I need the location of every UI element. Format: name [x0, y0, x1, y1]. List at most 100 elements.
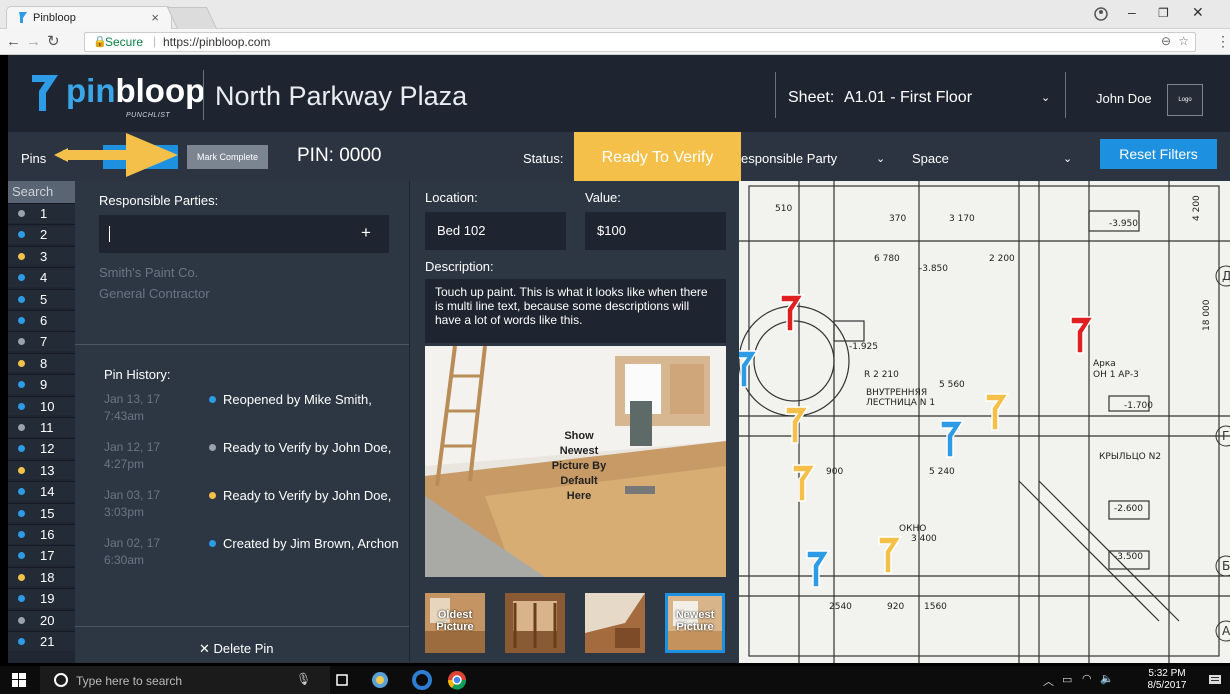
pin-list-item[interactable]: 4 — [8, 267, 75, 287]
pin-list-item[interactable]: 19 — [8, 588, 75, 608]
close-window-icon[interactable]: ✕ — [1192, 4, 1204, 21]
pin-list-item[interactable]: 15 — [8, 502, 75, 523]
pin-status-dot — [18, 317, 25, 324]
chevron-down-icon[interactable]: ⌄ — [1063, 152, 1072, 165]
pin-list-item[interactable]: 11 — [8, 417, 75, 437]
pin-number-label: 4 — [40, 270, 48, 286]
edge-browser-icon[interactable] — [412, 670, 432, 690]
svg-text:-1.925: -1.925 — [849, 342, 878, 352]
responsible-party-item[interactable]: Smith's Paint Co. — [99, 265, 198, 280]
pin-list-item[interactable]: 16 — [8, 524, 75, 544]
microphone-icon[interactable]: 🎙 — [296, 672, 311, 686]
wifi-icon[interactable]: ◠ — [1082, 672, 1092, 685]
description-field[interactable]: Touch up paint. This is what it looks li… — [425, 279, 726, 343]
map-pin-yellow-icon[interactable] — [984, 392, 1010, 432]
user-name[interactable]: John Doe — [1096, 91, 1152, 106]
map-pin-blue-icon[interactable] — [739, 349, 759, 389]
map-pin-blue-icon[interactable] — [939, 419, 965, 459]
pin-list-item[interactable]: 17 — [8, 545, 75, 565]
map-pin-blue-icon[interactable] — [805, 549, 831, 589]
map-pin-yellow-icon[interactable] — [784, 405, 810, 445]
value-field[interactable]: $100 — [585, 212, 726, 250]
thumbnail-oldest[interactable]: Oldest Picture — [425, 593, 485, 653]
add-party-icon[interactable]: + — [361, 223, 371, 243]
volume-icon[interactable]: 🔈 — [1100, 672, 1114, 685]
pin-list-item[interactable]: 14 — [8, 481, 75, 501]
task-view-icon[interactable] — [335, 673, 349, 687]
minimize-icon[interactable]: – — [1128, 4, 1136, 20]
responsible-party-item[interactable]: General Contractor — [99, 286, 210, 301]
pin-search-input[interactable]: Search — [8, 181, 75, 203]
pin-list-item[interactable]: 12 — [8, 438, 75, 458]
pin-list-item[interactable]: 7 — [8, 331, 75, 351]
pin-list-item[interactable]: 5 — [8, 288, 75, 309]
svg-text:Б: Б — [1222, 559, 1230, 573]
pin-list-item[interactable]: 21 — [8, 631, 75, 651]
pin-list: Search 1 2 3 4 5 6 7 8 9 10 11 12 13 14 15 16 17 18 19 20 21 — [8, 181, 75, 663]
restore-icon[interactable]: ❐ — [1158, 6, 1169, 20]
notifications-icon[interactable] — [1208, 673, 1222, 687]
pinbloop-logo-icon[interactable] — [30, 73, 60, 113]
app-window: pinbloop PUNCHLIST North Parkway Plaza S… — [8, 55, 1230, 663]
thumbnail[interactable] — [585, 593, 645, 653]
zoom-icon[interactable]: ⊖ — [1161, 34, 1171, 48]
back-icon[interactable]: ← — [6, 33, 21, 50]
history-date-time: 3:03pm — [104, 505, 145, 519]
clock[interactable]: 5:32 PM 8/5/2017 — [1145, 668, 1189, 692]
primary-action-button[interactable] — [103, 145, 178, 169]
pinbloop-favicon-icon — [19, 12, 27, 23]
responsible-party-input[interactable]: + — [99, 215, 389, 253]
chevron-down-icon[interactable]: ⌄ — [1041, 91, 1050, 104]
chrome-browser-icon[interactable] — [447, 670, 467, 690]
pin-list-item[interactable]: 18 — [8, 566, 75, 587]
map-pin-red-icon[interactable] — [779, 293, 805, 333]
pin-number-label: 1 — [40, 206, 48, 221]
pins-toggle[interactable]: Pins — [21, 151, 46, 166]
pin-list-item[interactable]: 20 — [8, 609, 75, 630]
pin-list-item[interactable]: 13 — [8, 459, 75, 480]
thumbnail[interactable] — [505, 593, 565, 653]
reload-icon[interactable]: ↻ — [47, 32, 60, 50]
pin-status-dot — [18, 595, 25, 603]
delete-pin-button[interactable]: ✕ Delete Pin — [199, 641, 273, 657]
pin-list-item[interactable]: 9 — [8, 374, 75, 394]
location-field[interactable]: Bed 102 — [425, 212, 566, 250]
mark-complete-button[interactable]: Mark Complete — [187, 145, 268, 169]
profile-icon[interactable] — [1094, 7, 1108, 21]
chevron-down-icon[interactable]: ⌄ — [876, 152, 885, 165]
tab-close-icon[interactable]: × — [151, 10, 159, 25]
space-filter[interactable]: Space — [912, 151, 949, 166]
bookmark-star-icon[interactable]: ☆ — [1178, 34, 1189, 48]
taskbar-search-input[interactable]: Type here to search 🎙 — [40, 666, 330, 694]
value-label: Value: — [585, 190, 621, 205]
thumbnail-newest[interactable]: Newest Picture — [665, 593, 725, 653]
map-pin-red-icon[interactable] — [1069, 315, 1095, 355]
pin-list-item[interactable]: 3 — [8, 245, 75, 266]
battery-icon[interactable]: ▭ — [1062, 673, 1072, 686]
pin-list-item[interactable]: 2 — [8, 224, 75, 244]
forward-icon[interactable]: → — [26, 33, 41, 50]
app-icon[interactable] — [370, 670, 390, 690]
pin-status-dot — [18, 466, 25, 474]
pin-list-item[interactable]: 8 — [8, 352, 75, 373]
history-date-day: Jan 03, 17 — [104, 488, 161, 502]
map-pin-yellow-icon[interactable] — [877, 535, 903, 575]
status-select[interactable]: Ready To Verify — [574, 132, 741, 182]
map-pin-yellow-icon[interactable] — [791, 463, 817, 503]
windows-start-icon[interactable] — [12, 673, 26, 687]
pin-list-item[interactable]: 10 — [8, 395, 75, 416]
floor-plan-map[interactable]: 510 370 3 170 6 780 -3.850 2 200 -3.950 … — [739, 181, 1230, 663]
reset-filters-button[interactable]: Reset Filters — [1100, 139, 1217, 169]
responsible-party-filter[interactable]: esponsible Party — [741, 151, 837, 166]
browser-tab[interactable]: Pinbloop × — [6, 6, 172, 29]
url-input[interactable]: 🔒 Secure | https://pinbloop.com ⊖ ☆ — [84, 32, 1196, 52]
sheet-select[interactable]: A1.01 - First Floor — [844, 89, 972, 107]
pin-list-item[interactable]: 6 — [8, 310, 75, 330]
pin-number-label: 18 — [40, 569, 55, 585]
pin-list-item[interactable]: 1 — [8, 203, 75, 223]
svg-text:Г: Г — [1222, 429, 1229, 443]
main-photo[interactable]: Show Newest Picture By Default Here — [425, 346, 726, 577]
browser-menu-icon[interactable]: ⋮ — [1216, 33, 1230, 50]
tray-expand-icon[interactable]: ︿ — [1043, 673, 1054, 689]
new-tab-button[interactable] — [166, 7, 218, 29]
